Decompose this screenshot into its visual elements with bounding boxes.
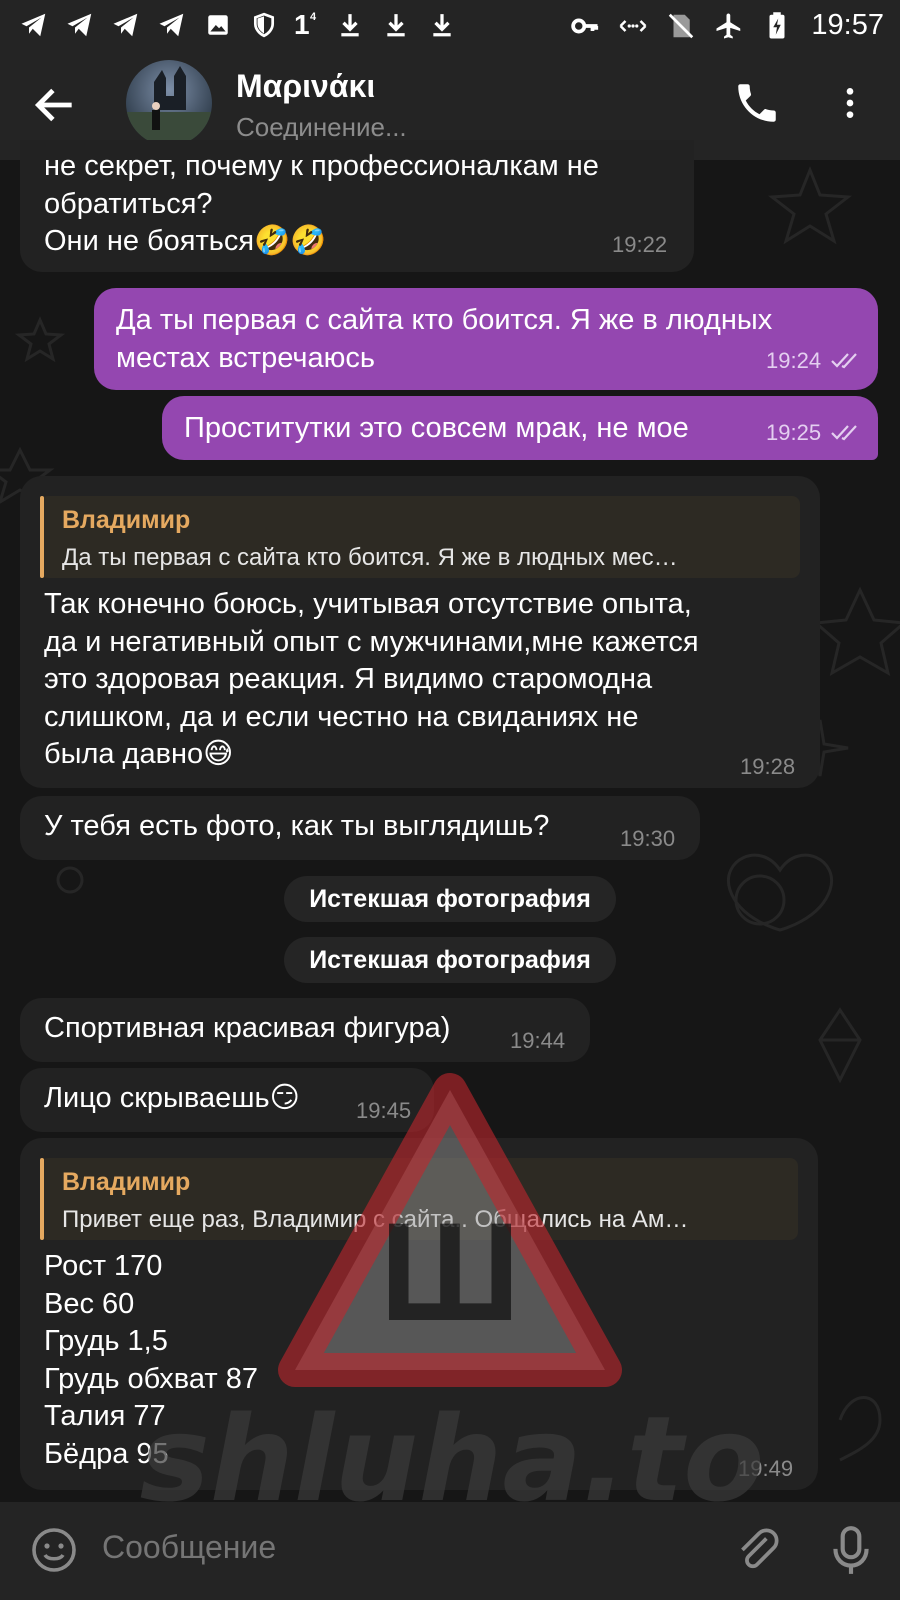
no-sim-icon [665, 10, 697, 42]
expired-photo-notice[interactable]: Истекшая фотография [284, 876, 616, 922]
message-incoming[interactable]: Владимир Привет еще раз, Владимир с сайт… [20, 1138, 818, 1490]
emoji-icon[interactable] [30, 1526, 78, 1574]
message-incoming[interactable]: Лицо скрываешь😏 19:45 [20, 1068, 434, 1132]
message-time: 19:45 [356, 1098, 412, 1123]
data-transfer-icon [617, 10, 649, 42]
message-incoming[interactable]: У тебя есть фото, как ты выглядишь? 19:3… [20, 796, 700, 860]
emoji: 😏 [269, 1082, 300, 1114]
expired-photo-notice[interactable]: Истекшая фотография [284, 937, 616, 983]
download-icon [380, 9, 412, 41]
status-bar: 14 19:57 [0, 0, 900, 50]
reply-preview[interactable]: Владимир Привет еще раз, Владимир с сайт… [40, 1158, 798, 1240]
image-icon [202, 9, 234, 41]
message-time: 19:49 [738, 1456, 794, 1481]
double-check-icon [831, 425, 857, 441]
reply-author: Владимир [62, 1168, 191, 1196]
message-text: Так конечно боюсь, учитывая отсутствие о… [44, 588, 699, 770]
emoji: 😅 [203, 738, 234, 770]
airplane-icon [713, 10, 745, 42]
battery-charging-icon [761, 10, 793, 42]
message-incoming[interactable]: не секрет, почему к профессионалкам не о… [20, 140, 694, 272]
signal-icon: 14 [294, 9, 317, 40]
back-arrow-icon[interactable] [30, 80, 80, 130]
shield-icon [248, 9, 280, 41]
message-input-bar [0, 1502, 900, 1600]
message-outgoing[interactable]: Да ты первая с сайта кто боится. Я же в … [94, 288, 878, 390]
message-incoming[interactable]: Спортивная красивая фигура) 19:44 [20, 998, 590, 1062]
connection-status: Соединение... [236, 112, 407, 142]
attach-icon[interactable] [732, 1526, 782, 1576]
message-time: 19:25 [766, 420, 822, 445]
avatar[interactable] [126, 60, 212, 146]
reply-text: Да ты первая с сайта кто боится. Я же в … [62, 544, 678, 571]
message-time: 19:30 [620, 826, 676, 851]
download-icon [426, 9, 458, 41]
message-time: 19:28 [740, 754, 796, 779]
telegram-icon [156, 9, 188, 41]
microphone-icon[interactable] [826, 1524, 876, 1578]
message-time: 19:44 [510, 1028, 566, 1053]
status-time: 19:57 [811, 9, 884, 41]
emoji: 🤣🤣 [254, 225, 327, 257]
telegram-icon [110, 9, 142, 41]
message-text: Рост 170 Вес 60 Грудь 1,5 Грудь обхват 8… [44, 1250, 258, 1470]
more-vert-icon[interactable] [830, 78, 870, 128]
contact-name[interactable]: Μαρινάκι [236, 68, 375, 105]
telegram-icon [18, 9, 50, 41]
download-icon [334, 9, 366, 41]
message-outgoing[interactable]: Проститутки это совсем мрак, не мое 19:2… [162, 396, 878, 460]
message-text: Лицо скрываешь [44, 1082, 270, 1114]
double-check-icon [831, 353, 857, 369]
key-icon [569, 10, 601, 42]
message-time: 19:24 [766, 348, 822, 373]
message-input[interactable] [100, 1528, 664, 1567]
phone-icon[interactable] [732, 78, 782, 128]
message-time: 19:22 [612, 232, 668, 257]
reply-preview[interactable]: Владимир Да ты первая с сайта кто боится… [40, 496, 800, 578]
reply-text: Привет еще раз, Владимир с сайта.. Общал… [62, 1206, 689, 1233]
message-text: Проститутки это совсем мрак, не мое [184, 412, 689, 444]
message-incoming[interactable]: Владимир Да ты первая с сайта кто боится… [20, 476, 820, 788]
message-text: Спортивная красивая фигура) [44, 1012, 451, 1044]
telegram-icon [64, 9, 96, 41]
reply-author: Владимир [62, 506, 191, 534]
message-text: У тебя есть фото, как ты выглядишь? [44, 810, 550, 842]
message-text: Да ты первая с сайта кто боится. Я же в … [116, 304, 773, 374]
